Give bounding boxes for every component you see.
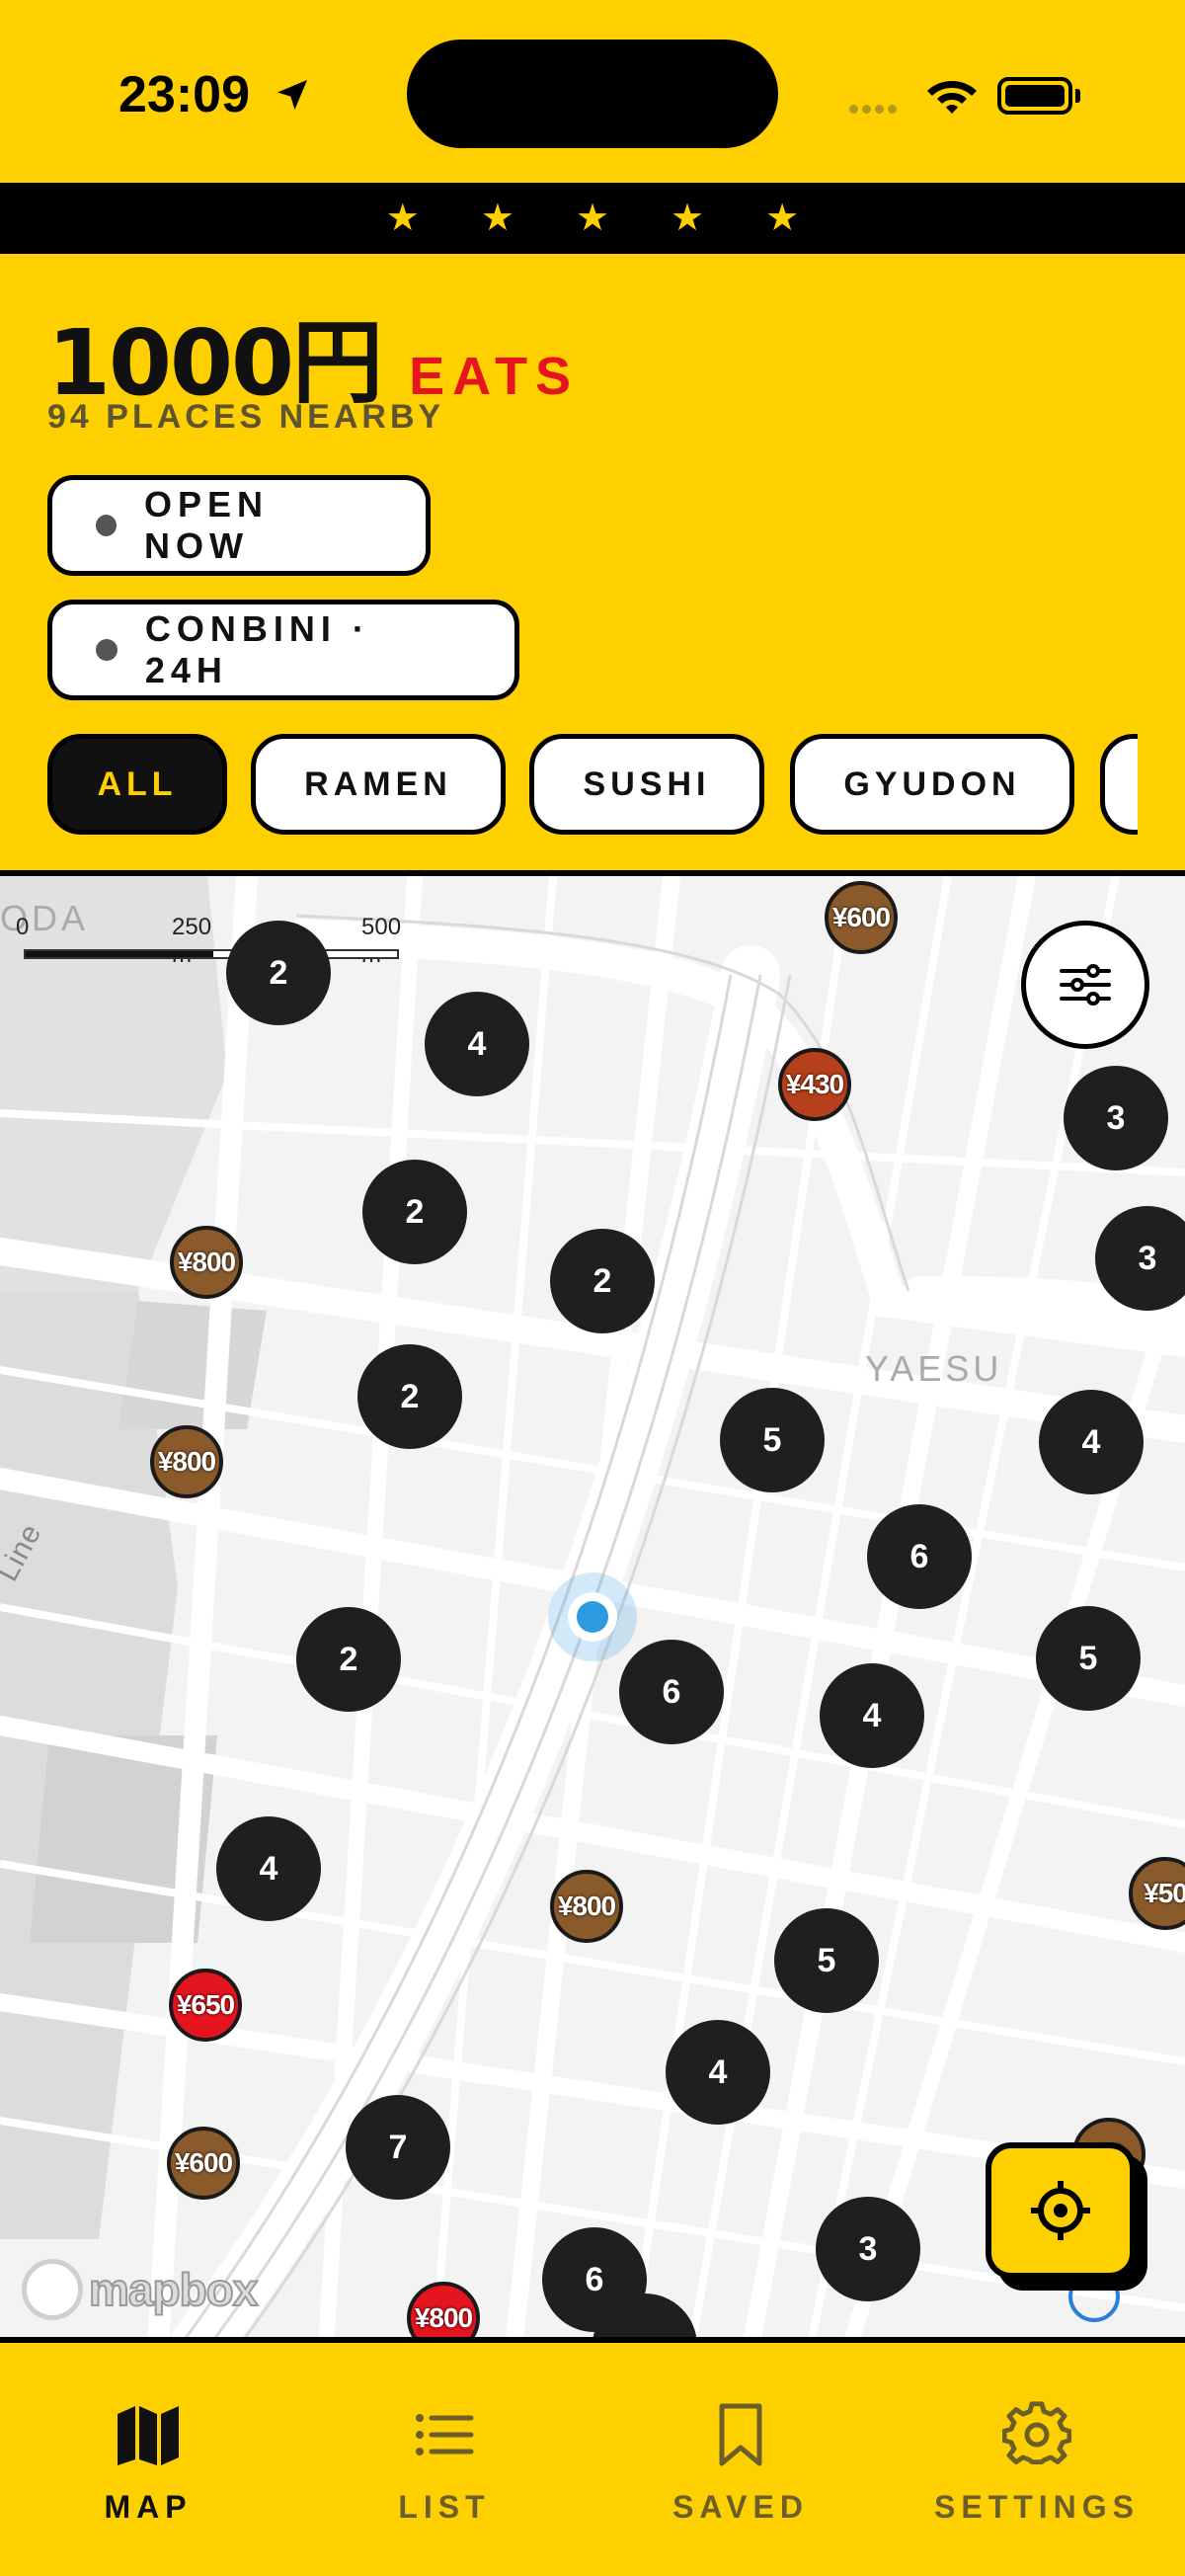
map-cluster[interactable]: 4 xyxy=(1039,1390,1144,1494)
star-icon: ★ xyxy=(671,198,705,239)
map-icon xyxy=(118,2406,179,2465)
category-chip-sushi[interactable]: SUSHI xyxy=(529,734,764,835)
map-cluster[interactable]: 4 xyxy=(216,1816,321,1921)
toggle-indicator-dot xyxy=(96,639,118,661)
price-pin[interactable]: ¥800 xyxy=(150,1425,223,1498)
scale-label: 0 xyxy=(16,914,30,940)
star-icon: ★ xyxy=(385,198,420,239)
category-chip-partial[interactable] xyxy=(1100,734,1138,835)
tab-label: MAP xyxy=(104,2489,193,2525)
crosshair-icon xyxy=(1031,2181,1090,2240)
map-cluster[interactable]: 3 xyxy=(1064,1066,1168,1170)
gear-icon xyxy=(1002,2401,1071,2464)
list-icon xyxy=(416,2414,474,2455)
location-arrow-icon xyxy=(277,80,307,110)
price-pin[interactable]: ¥430 xyxy=(778,1048,851,1121)
toggle-indicator-dot xyxy=(96,515,118,536)
cellular-signal-icon xyxy=(849,101,901,119)
category-chip-all[interactable]: ALL xyxy=(47,734,227,835)
map-cluster[interactable]: 2 xyxy=(550,1229,655,1333)
price-pin[interactable]: ¥800 xyxy=(550,1870,623,1943)
map-cluster[interactable]: 6 xyxy=(619,1640,724,1744)
map-cluster[interactable]: 3 xyxy=(816,2197,920,2301)
map-view[interactable]: ODA YAESU Line 0 250 m 500 m 2 4 2 2 2 5… xyxy=(0,870,1185,2343)
user-location-dot xyxy=(548,1572,637,1661)
toggle-label: CONBINI · 24H xyxy=(144,608,370,690)
map-cluster[interactable]: 5 xyxy=(1036,1606,1141,1711)
price-pin[interactable]: ¥600 xyxy=(825,881,898,954)
map-filter-button[interactable] xyxy=(1021,921,1149,1049)
star-icon: ★ xyxy=(765,198,800,239)
dynamic-island xyxy=(407,40,778,148)
status-time: 23:09 xyxy=(118,66,250,123)
mapbox-logo[interactable]: mapbox xyxy=(22,2259,259,2320)
sliders-icon xyxy=(1060,964,1111,1006)
mapbox-logo-icon xyxy=(22,2259,83,2320)
status-bar: 23:09 xyxy=(0,0,1185,183)
locate-me-button[interactable] xyxy=(986,2142,1136,2279)
tab-label: SAVED xyxy=(672,2489,809,2525)
mapbox-wordmark: mapbox xyxy=(88,2263,259,2316)
star-icon: ★ xyxy=(575,198,610,239)
price-pin[interactable]: ¥800 xyxy=(170,1226,243,1299)
map-cluster[interactable]: 4 xyxy=(820,1663,924,1768)
map-cluster[interactable]: 5 xyxy=(774,1908,879,2013)
tab-saved[interactable]: SAVED xyxy=(592,2400,889,2526)
map-area-label: YAESU xyxy=(865,1348,1003,1389)
category-chip-ramen[interactable]: RAMEN xyxy=(251,734,506,835)
map-cluster[interactable]: 2 xyxy=(357,1344,462,1449)
conbini-24h-toggle[interactable]: CONBINI · 24H xyxy=(47,600,519,700)
toggle-label: OPEN NOW xyxy=(144,484,270,566)
tab-settings[interactable]: SETTINGS xyxy=(889,2400,1185,2526)
map-cluster[interactable]: 2 xyxy=(226,921,331,1025)
map-cluster[interactable]: 2 xyxy=(296,1607,401,1712)
map-cluster[interactable]: 2 xyxy=(362,1160,467,1264)
scale-label: 250 m xyxy=(172,914,212,968)
price-pin[interactable]: ¥600 xyxy=(167,2127,240,2200)
map-cluster[interactable]: 6 xyxy=(867,1504,972,1609)
open-now-toggle[interactable]: OPEN NOW xyxy=(47,475,431,576)
category-chip-gyudon[interactable]: GYUDON xyxy=(790,734,1074,835)
map-cluster[interactable]: 7 xyxy=(346,2095,450,2200)
bottom-tab-bar: MAP LIST SAVED SETTINGS xyxy=(0,2349,1185,2576)
map-area-label: ODA xyxy=(0,898,90,938)
wifi-icon xyxy=(927,81,977,114)
scale-label: 500 m xyxy=(361,914,402,968)
map-cluster[interactable]: 5 xyxy=(720,1388,825,1492)
price-pin[interactable]: ¥650 xyxy=(169,1969,242,2042)
map-cluster[interactable]: 4 xyxy=(425,992,529,1096)
battery-icon xyxy=(997,77,1080,115)
star-icon: ★ xyxy=(480,198,514,239)
tab-map[interactable]: MAP xyxy=(0,2400,296,2526)
map-cluster[interactable]: 4 xyxy=(666,2020,770,2125)
tab-label: LIST xyxy=(398,2489,491,2525)
places-count: 94 PLACES NEARBY xyxy=(47,398,445,436)
tab-label: SETTINGS xyxy=(933,2489,1140,2525)
header: 1000円 EATS 94 PLACES NEARBY OPEN NOW CON… xyxy=(0,254,1185,876)
star-rating-bar: ★ ★ ★ ★ ★ xyxy=(0,183,1185,254)
category-chip-row[interactable]: ALL RAMEN SUSHI GYUDON xyxy=(47,734,1138,839)
tab-list[interactable]: LIST xyxy=(296,2400,592,2526)
bookmark-icon xyxy=(719,2403,762,2466)
